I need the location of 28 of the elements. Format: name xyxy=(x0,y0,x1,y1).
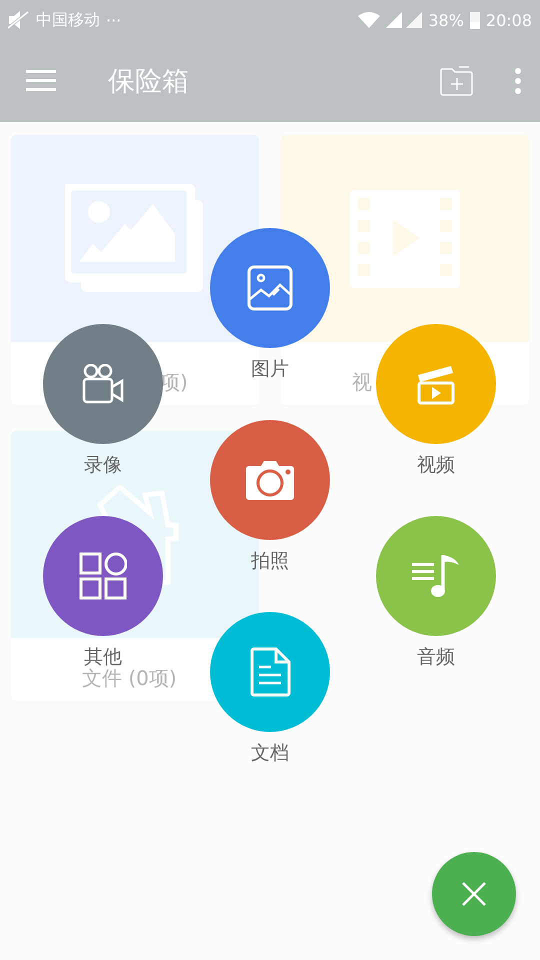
clapperboard-icon xyxy=(416,363,456,405)
clock: 20:08 xyxy=(486,10,532,30)
mute-icon xyxy=(8,10,30,30)
wifi-icon xyxy=(358,12,380,28)
action-label: 视频 xyxy=(417,453,455,478)
more-indicator: ··· xyxy=(106,10,122,30)
action-label: 音频 xyxy=(417,645,455,670)
action-label: 其他 xyxy=(84,645,122,668)
battery-icon xyxy=(470,11,480,29)
card-label: 文件 (0项) xyxy=(82,666,177,692)
video-camera-icon xyxy=(82,364,124,404)
more-button[interactable] xyxy=(514,68,522,94)
close-button[interactable] xyxy=(432,852,516,936)
carrier-name: 中国移动 xyxy=(36,10,100,30)
close-icon xyxy=(461,881,487,907)
signal-icon xyxy=(386,12,422,28)
document-icon xyxy=(249,647,291,697)
card-label: 视 xyxy=(352,369,372,396)
new-folder-button[interactable] xyxy=(440,66,474,96)
app-title: 保险箱 xyxy=(108,65,189,99)
action-label: 文档 xyxy=(251,741,289,766)
music-note-icon xyxy=(411,553,461,599)
camera-icon xyxy=(245,458,295,502)
apps-icon xyxy=(79,552,127,600)
image-icon xyxy=(247,265,293,311)
battery-percent: 38% xyxy=(428,10,464,30)
action-label: 录像 xyxy=(84,453,122,478)
menu-button[interactable] xyxy=(26,70,56,92)
